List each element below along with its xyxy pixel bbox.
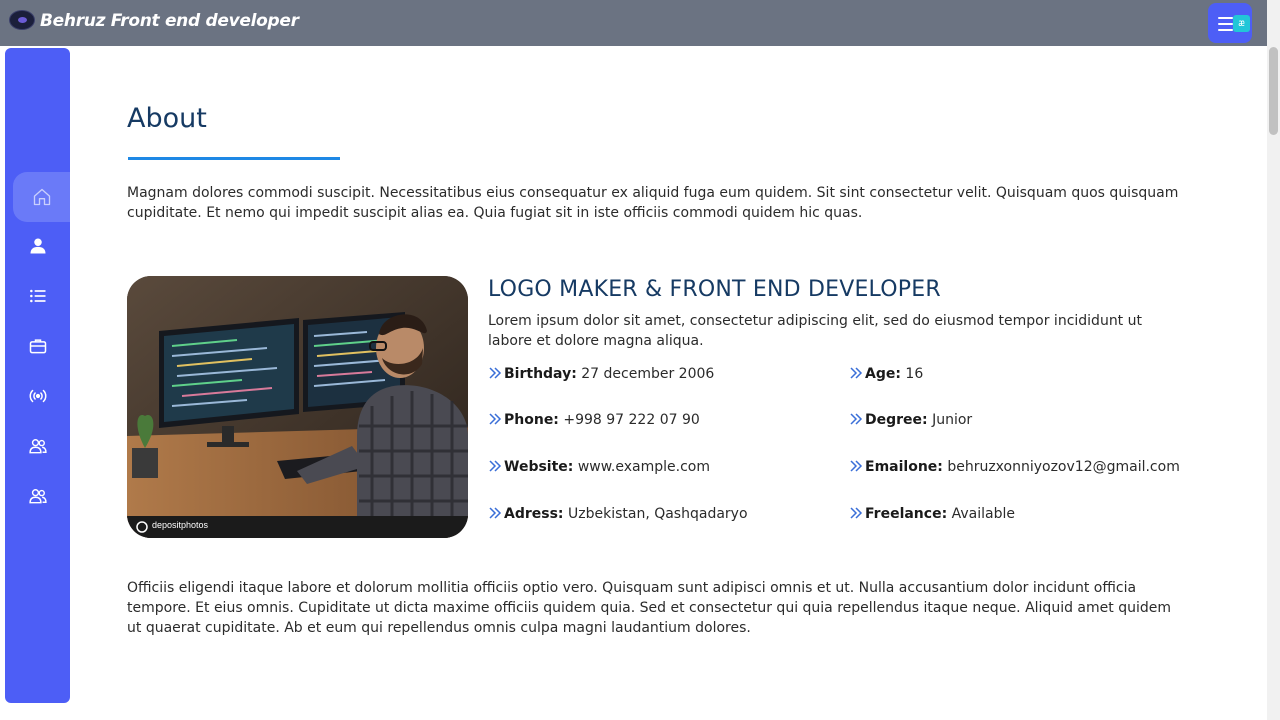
detail-label: Emailone: <box>865 459 943 475</box>
detail-label: Adress: <box>504 506 564 522</box>
photo-watermark: depositphotos <box>152 520 209 530</box>
hamburger-menu-icon <box>1218 17 1233 35</box>
detail-value: Junior <box>932 412 973 428</box>
detail-birthday: Birthday: 27 december 2006 <box>488 366 714 382</box>
briefcase-icon <box>29 339 46 354</box>
chevron-double-right-icon <box>489 367 502 379</box>
detail-value: 16 <box>905 366 924 382</box>
sidebar-item-services[interactable] <box>5 371 70 421</box>
sidebar-item-contact[interactable] <box>5 471 70 521</box>
role-description: Lorem ipsum dolor sit amet, consectetur … <box>488 313 1142 349</box>
sidebar-item-about[interactable] <box>5 221 70 271</box>
profile-photo: depositphotos <box>127 276 468 538</box>
developer-photo-illustration <box>127 276 468 538</box>
chevron-double-right-icon <box>489 413 502 425</box>
sidebar-item-portfolio[interactable] <box>5 321 70 371</box>
scrollbar-thumb[interactable] <box>1269 47 1278 135</box>
user-icon <box>30 238 45 254</box>
detail-value: +998 97 222 07 90 <box>563 412 700 428</box>
detail-label: Phone: <box>504 412 559 428</box>
detail-label: Degree: <box>865 412 928 428</box>
email-link[interactable]: behruzxonniyozov12@gmail.com <box>947 459 1180 475</box>
detail-address: Adress: Uzbekistan, Qashqadaryo <box>488 506 748 522</box>
sidebar-item-home[interactable] <box>13 172 70 222</box>
outro-paragraph: Officiis eligendi itaque labore et dolor… <box>127 580 1171 636</box>
role-heading: LOGO MAKER & FRONT END DEVELOPER <box>488 277 941 302</box>
sidebar-item-resume[interactable] <box>5 271 70 321</box>
detail-value: Available <box>951 506 1015 522</box>
top-navbar: Behruz Front end developer æ <box>0 0 1267 46</box>
detail-label: Website: <box>504 459 574 475</box>
users-icon <box>28 489 47 504</box>
intro-paragraph: Magnam dolores commodi suscipit. Necessi… <box>127 185 1179 221</box>
detail-label: Age: <box>865 366 901 382</box>
detail-phone: Phone: +998 97 222 07 90 <box>488 412 700 428</box>
chevron-double-right-icon <box>489 460 502 472</box>
section-title: About <box>127 103 207 134</box>
planet-logo-icon[interactable] <box>9 10 35 30</box>
detail-value: Uzbekistan, Qashqadaryo <box>567 506 748 522</box>
menu-toggle-button[interactable]: æ <box>1208 3 1252 43</box>
sidebar-item-team[interactable] <box>5 421 70 471</box>
chevron-double-right-icon <box>850 460 863 472</box>
chevron-double-right-icon <box>850 413 863 425</box>
detail-label: Freelance: <box>865 506 948 522</box>
detail-label: Birthday: <box>504 366 577 382</box>
users-icon <box>28 439 47 454</box>
sidebar <box>5 48 70 703</box>
detail-freelance: Freelance: Available <box>849 506 1015 522</box>
detail-value: 27 december 2006 <box>581 366 715 382</box>
title-underline <box>128 157 340 160</box>
chevron-double-right-icon <box>850 507 863 519</box>
chevron-double-right-icon <box>850 367 863 379</box>
detail-age: Age: 16 <box>849 366 923 382</box>
website-link[interactable]: www.example.com <box>578 459 710 475</box>
home-icon <box>33 188 50 206</box>
detail-website: Website: www.example.com <box>488 459 710 475</box>
list-icon <box>29 289 45 303</box>
brand-title[interactable]: Behruz Front end developer <box>40 11 299 31</box>
extension-icon[interactable]: æ <box>1233 15 1250 32</box>
broadcast-icon <box>29 389 46 403</box>
detail-degree: Degree: Junior <box>849 412 972 428</box>
detail-email: Emailone: behruzxonniyozov12@gmail.com <box>849 459 1180 475</box>
page-scrollbar[interactable] <box>1267 0 1280 720</box>
chevron-double-right-icon <box>489 507 502 519</box>
